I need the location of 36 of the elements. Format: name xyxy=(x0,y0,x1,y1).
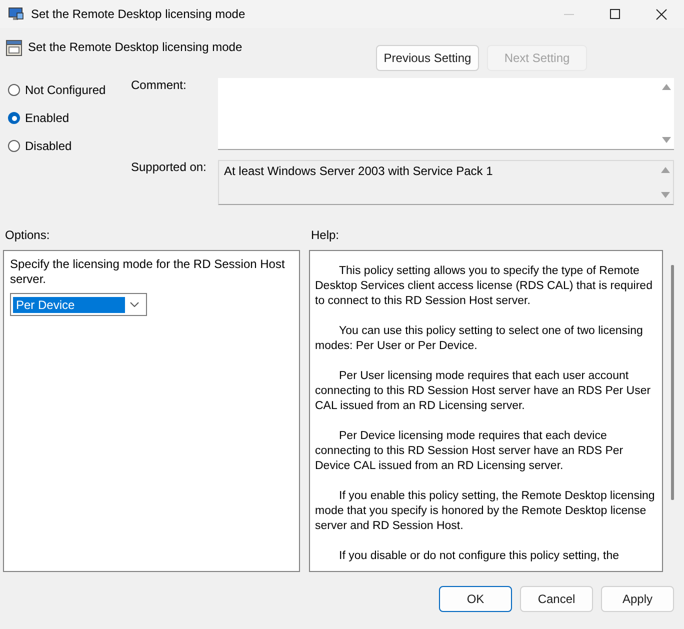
help-paragraph: Per User licensing mode requires that each user account connecting to this RD Session Host server have an RDS Per User CAL issued from an RD Licensing server. xyxy=(315,369,652,414)
help-label: Help: xyxy=(311,228,340,244)
remote-desktop-icon xyxy=(8,6,24,22)
chevron-down-icon xyxy=(130,302,139,307)
radio-label[interactable]: Enabled xyxy=(25,111,70,125)
help-paragraph: If you disable or do not configure this policy setting, the xyxy=(338,549,620,564)
close-icon[interactable] xyxy=(656,8,666,20)
apply-button[interactable]: Apply xyxy=(601,586,674,612)
scrollbar-thumb[interactable] xyxy=(671,265,674,500)
maximize-icon[interactable] xyxy=(610,9,620,19)
options-label: Options: xyxy=(5,228,51,244)
previous-setting-button[interactable]: Previous Setting xyxy=(376,45,479,71)
window-title: Set the Remote Desktop licensing mode xyxy=(31,7,246,21)
setting-title: Set the Remote Desktop licensing mode xyxy=(28,40,242,54)
scroll-up-arrow-icon[interactable] xyxy=(662,84,670,90)
scroll-up-arrow-icon[interactable] xyxy=(660,166,670,172)
licensing-mode-dropdown[interactable]: Per Device xyxy=(10,293,147,316)
help-paragraph: This policy setting allows you to specify the type of Remote Desktop Services client access license (RDS CAL) that is required to connect to this RD Session Host server. xyxy=(315,264,654,309)
radio-label[interactable]: Not Configured xyxy=(25,83,106,97)
help-paragraph: Per Device licensing mode requires that each device connecting to this RD Session Host server have an RDS Per Device CAL issued from an RD Licensing server. xyxy=(315,429,624,474)
policy-settings-icon xyxy=(6,40,22,56)
ok-button[interactable]: OK xyxy=(439,586,512,612)
scroll-down-arrow-icon[interactable] xyxy=(660,192,670,198)
comment-label: Comment: xyxy=(131,78,188,94)
radio-button[interactable] xyxy=(8,112,20,124)
help-paragraph: You can use this policy setting to select one of two licensing modes: Per User or Per Device. xyxy=(315,324,644,354)
help-paragraph: If you enable this policy setting, the Remote Desktop licensing mode that you specify is honored by the Remote Desktop license server and RD Session Host. xyxy=(315,489,656,534)
supported-on-value: At least Windows Server 2003 with Service Pack 1 xyxy=(224,164,493,178)
cancel-button[interactable]: Cancel xyxy=(520,586,593,612)
radio-label[interactable]: Disabled xyxy=(25,139,72,153)
radio-button[interactable] xyxy=(8,140,20,152)
comment-field[interactable] xyxy=(218,78,674,150)
supported-on-label: Supported on: xyxy=(131,160,208,176)
options-description: Specify the licensing mode for the RD Session Host server. xyxy=(10,257,286,287)
radio-button[interactable] xyxy=(8,84,20,96)
scroll-down-arrow-icon[interactable] xyxy=(662,137,670,143)
